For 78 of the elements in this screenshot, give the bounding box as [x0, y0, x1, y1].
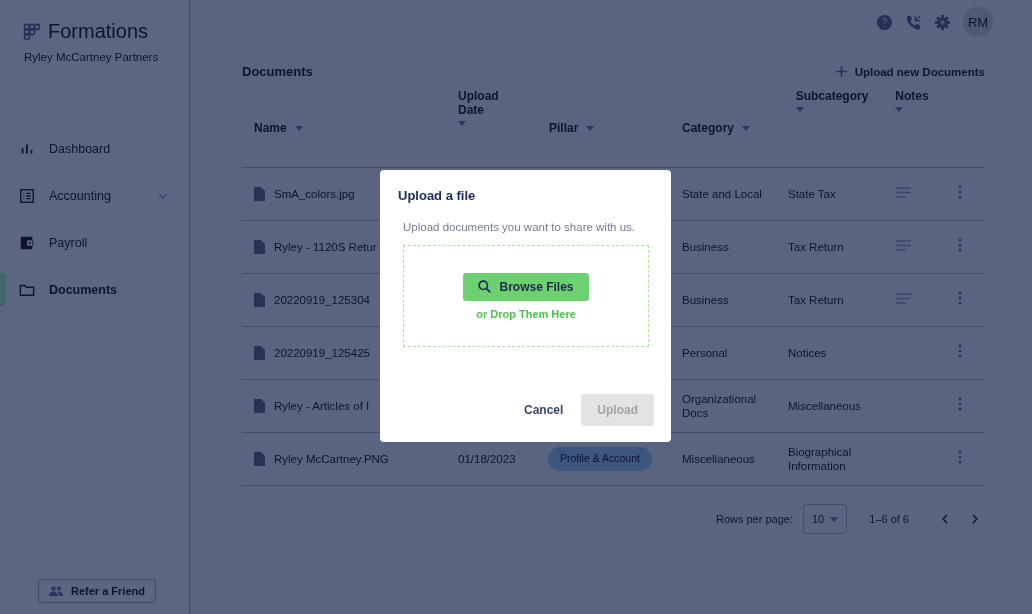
subcategory-cell: Tax Return: [788, 240, 844, 253]
pillar-tag: Profile & Account: [548, 447, 652, 471]
file-name[interactable]: Ryley - Articles of I: [274, 398, 370, 414]
dialog-title: Upload a file: [398, 188, 477, 203]
phone-icon[interactable]: [905, 13, 922, 31]
more-options-icon[interactable]: [958, 238, 962, 253]
file-icon: [254, 346, 265, 360]
sort-arrow-icon[interactable]: [742, 125, 750, 131]
category-cell: Business: [682, 293, 729, 306]
subcategory-cell: State Tax: [788, 187, 836, 200]
sort-arrow-icon[interactable]: [586, 125, 595, 131]
drop-hint: or Drop Them Here: [476, 307, 576, 320]
file-icon: [254, 399, 265, 413]
column-header[interactable]: Subcategory: [795, 89, 869, 103]
sidebar-item[interactable]: Documents: [0, 266, 189, 313]
dialog-description: Upload documents you want to share with us.: [403, 221, 637, 233]
file-name[interactable]: Ryley - 1120S Retur: [274, 239, 377, 255]
subcategory-cell: Miscellaneous: [788, 399, 861, 412]
column-header[interactable]: Upload Date: [458, 89, 508, 117]
sidebar-item[interactable]: Accounting: [0, 172, 189, 219]
sort-arrow-icon[interactable]: [458, 121, 466, 126]
upload-date: 01/18/2023: [458, 452, 516, 465]
company-name: Ryley McCartney Partners: [23, 50, 160, 63]
help-icon[interactable]: [876, 13, 893, 31]
file-icon: [254, 293, 265, 307]
wallet-icon: [19, 234, 35, 251]
more-options-icon[interactable]: [958, 344, 962, 359]
cancel-button[interactable]: Cancel: [517, 395, 570, 425]
sidebar-item[interactable]: Payroll: [0, 219, 189, 266]
category-cell: Personal: [682, 346, 728, 359]
file-name[interactable]: SmA_colors.jpg: [274, 186, 355, 202]
file-icon: [254, 452, 265, 466]
previous-page-icon[interactable]: [940, 514, 950, 524]
file-icon: [254, 240, 265, 254]
category-cell: Miscellaneous: [682, 452, 755, 465]
column-header[interactable]: Pillar: [549, 121, 579, 135]
dropdown-arrow-icon: [830, 516, 839, 522]
more-options-icon[interactable]: [958, 185, 962, 200]
file-name[interactable]: 20220919_125425: [274, 345, 370, 361]
column-header[interactable]: Category: [682, 121, 734, 135]
rows-per-page-select[interactable]: 10: [803, 504, 848, 534]
subcategory-cell: Biographical Information: [788, 445, 852, 472]
page-title: Documents: [242, 64, 313, 79]
more-options-icon[interactable]: [958, 397, 962, 412]
user-avatar[interactable]: RM: [963, 7, 993, 37]
notes-icon[interactable]: [896, 239, 911, 251]
list-icon: [19, 187, 35, 204]
category-cell: State and Local: [682, 187, 762, 200]
sort-arrow-icon[interactable]: [795, 107, 804, 112]
file-name[interactable]: 20220919_125304: [274, 292, 370, 308]
sort-arrow-icon[interactable]: [895, 107, 904, 112]
next-page-icon[interactable]: [970, 514, 980, 524]
sidebar-item[interactable]: Dashboard: [0, 125, 189, 172]
subcategory-cell: Tax Return: [788, 293, 844, 306]
column-header[interactable]: Notes: [895, 89, 929, 103]
sort-arrow-icon[interactable]: [294, 125, 303, 131]
notes-icon[interactable]: [896, 292, 911, 304]
brand-name: Formations: [48, 20, 149, 43]
category-cell: Business: [682, 240, 729, 253]
search-icon: [478, 280, 492, 293]
rows-per-page-label: Rows per page:: [715, 513, 793, 525]
more-options-icon[interactable]: [958, 291, 962, 306]
file-name[interactable]: Ryley McCartney.PNG: [274, 451, 389, 467]
people-icon: [49, 586, 63, 596]
browse-files-button[interactable]: Browse Files: [463, 272, 589, 301]
upload-documents-button[interactable]: Upload new Documents: [835, 65, 985, 78]
category-cell: Organizational Docs: [682, 392, 757, 419]
subcategory-cell: Notices: [788, 346, 827, 359]
plus-icon: [835, 66, 847, 77]
notes-icon[interactable]: [896, 186, 911, 198]
page-range: 1–6 of 6: [869, 513, 909, 525]
logo-icon: [23, 23, 40, 40]
drop-zone[interactable]: Browse Files or Drop Them Here: [403, 245, 649, 347]
settings-icon[interactable]: [934, 13, 951, 31]
refer-friend-button[interactable]: Refer a Friend: [38, 579, 156, 603]
column-header[interactable]: Name: [254, 121, 287, 135]
more-options-icon[interactable]: [958, 450, 962, 465]
file-icon: [254, 187, 265, 201]
